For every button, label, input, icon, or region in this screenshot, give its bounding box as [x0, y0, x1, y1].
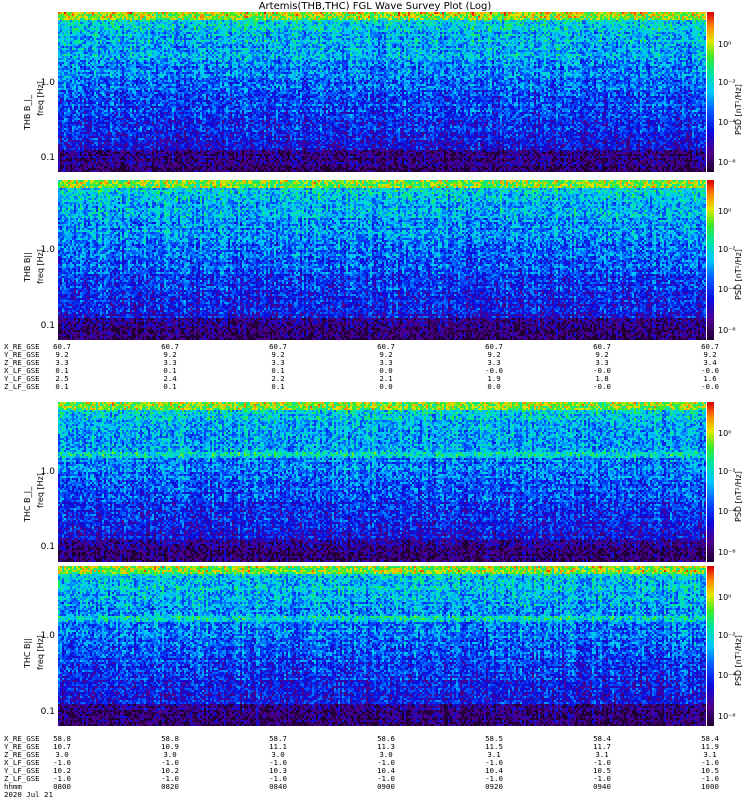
cbtick: 10⁻² — [718, 245, 736, 254]
ephemeris-value: 0.1 — [163, 382, 177, 391]
ephemeris-label: 2020 Jul 21 — [4, 790, 53, 799]
ephemeris-value: 0.0 — [379, 382, 393, 391]
ylabel-thc-bpar: THC B|| — [23, 638, 32, 668]
ephemeris-value: 0840 — [269, 782, 287, 791]
ytick-0.1: 0.1 — [40, 321, 55, 331]
panel-thb-bpar — [58, 180, 706, 340]
cbtick: 10⁰ — [718, 593, 732, 602]
ephemeris-value: -0.0 — [701, 382, 719, 391]
ytick-0.1: 0.1 — [40, 153, 55, 163]
colorbar-thc-bperp — [707, 402, 714, 562]
cbtick: 10⁻² — [718, 78, 736, 87]
cbtick: 10⁻⁶ — [718, 712, 736, 721]
cbtick: 10⁰ — [718, 40, 732, 49]
ephemeris-value: 0820 — [161, 782, 179, 791]
ylabel-thc-bperp: THC B_|_ — [23, 486, 32, 522]
colorbar-label: PSD [nT²/Hz] — [734, 635, 743, 686]
ephemeris-value: 0.0 — [487, 382, 501, 391]
ephemeris-value: 0900 — [377, 782, 395, 791]
ytick-1: 1.0 — [40, 78, 55, 88]
cbtick: 10⁰ — [718, 207, 732, 216]
colorbar-thb-bpar — [707, 180, 714, 340]
ylabel-thb-bpar: THB B|| — [23, 252, 32, 282]
colorbar-thb-bperp — [707, 12, 714, 172]
ephemeris-value: 0.1 — [55, 382, 69, 391]
ylabel-thb-bperp: THB B_|_ — [23, 94, 32, 130]
ephemeris-value: -0.0 — [593, 382, 611, 391]
cbtick: 10⁻⁶ — [718, 548, 736, 557]
ephemeris-value: 0.1 — [271, 382, 285, 391]
spectrogram-thc-bpar — [58, 566, 706, 726]
colorbar-thc-bpar — [707, 566, 714, 726]
ephemeris-value: 1000 — [701, 782, 719, 791]
ytick-1: 1.0 — [40, 631, 55, 641]
colorbar-label: PSD [nT²/Hz] — [734, 84, 743, 135]
ytick-1: 1.0 — [40, 467, 55, 477]
ephemeris-value: 0920 — [485, 782, 503, 791]
cbtick: 10⁰ — [718, 429, 732, 438]
yunit-thc-bperp: freq [Hz] — [36, 473, 45, 508]
ytick-0.1: 0.1 — [40, 542, 55, 552]
cbtick: 10⁻⁶ — [718, 326, 736, 335]
cbtick: 10⁻⁴ — [718, 285, 736, 294]
spectrogram-thb-bperp — [58, 12, 706, 172]
spectrogram-thc-bperp — [58, 402, 706, 562]
cbtick: 10⁻⁴ — [718, 671, 736, 680]
colorbar-label: PSD [nT²/Hz] — [734, 471, 743, 522]
cbtick: 10⁻² — [718, 631, 736, 640]
cbtick: 10⁻⁶ — [718, 158, 736, 167]
panel-thc-bpar — [58, 566, 706, 726]
ytick-0.1: 0.1 — [40, 707, 55, 717]
cbtick: 10⁻² — [718, 467, 736, 476]
chart-title: Artemis(THB,THC) FGL Wave Survey Plot (L… — [258, 1, 492, 12]
ytick-1: 1.0 — [40, 245, 55, 255]
spectrogram-thb-bpar — [58, 180, 706, 340]
ephemeris-value: 0940 — [593, 782, 611, 791]
cbtick: 10⁻⁴ — [718, 118, 736, 127]
panel-thb-bperp — [58, 12, 706, 172]
colorbar-label: PSD [nT²/Hz] — [734, 249, 743, 300]
cbtick: 10⁻⁴ — [718, 507, 736, 516]
panel-thc-bperp — [58, 402, 706, 562]
